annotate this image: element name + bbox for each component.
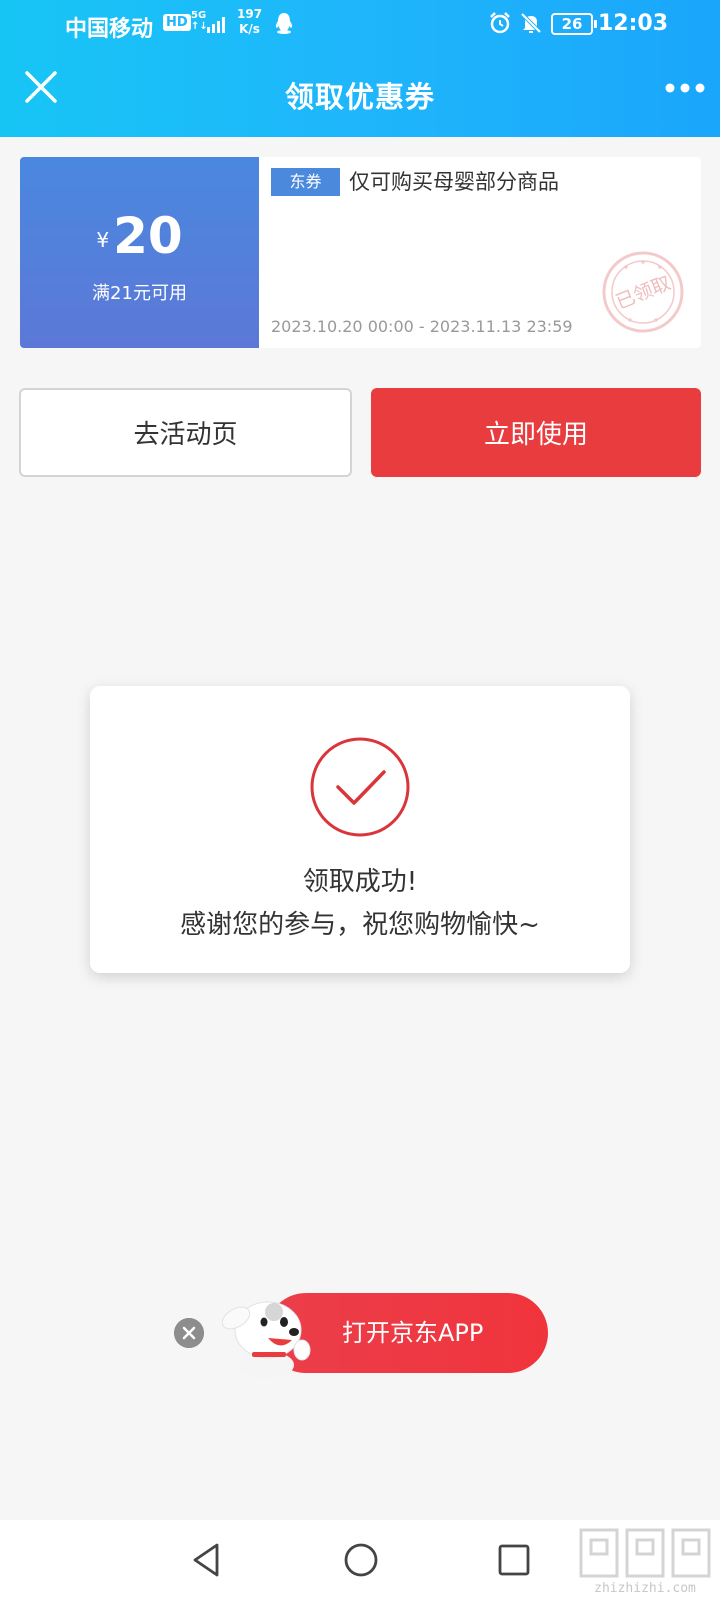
mute-icon bbox=[520, 12, 542, 34]
check-circle-icon bbox=[310, 737, 410, 837]
dialog-title: 领取成功! bbox=[302, 867, 418, 897]
alarm-icon bbox=[490, 12, 510, 34]
banner-close-icon[interactable] bbox=[174, 1318, 204, 1348]
status-bar: 中国移动 HD 5G ↑↓ 197 K/s 26 12:03 bbox=[0, 0, 720, 50]
home-icon[interactable] bbox=[343, 1542, 379, 1578]
battery-indicator: 26 bbox=[551, 13, 597, 35]
top-bar: 中国移动 HD 5G ↑↓ 197 K/s 26 12:03 领取优惠券 bbox=[0, 0, 720, 137]
coupon-condition: 满21元可用 bbox=[92, 283, 187, 304]
success-dialog: 领取成功! 感谢您的参与，祝您购物愉快~ bbox=[90, 686, 630, 973]
go-activity-button[interactable]: 去活动页 bbox=[19, 388, 352, 477]
more-icon[interactable] bbox=[665, 82, 705, 94]
coupon-amount: ¥20 bbox=[20, 207, 259, 265]
page-title: 领取优惠券 bbox=[284, 80, 435, 114]
coupon-value-panel: ¥20 满21元可用 bbox=[20, 157, 259, 348]
amount-value: 20 bbox=[113, 207, 183, 265]
signal-icon bbox=[207, 17, 225, 33]
back-icon[interactable] bbox=[189, 1541, 223, 1579]
recent-apps-icon[interactable] bbox=[497, 1543, 531, 1577]
open-app-label[interactable]: 打开京东APP bbox=[342, 1313, 483, 1348]
network-label: 5G bbox=[191, 10, 207, 21]
coupon-card[interactable]: ¥20 满21元可用 东券 仅可购买母婴部分商品 2023.10.20 00:0… bbox=[20, 157, 701, 348]
claimed-stamp-icon: 已领取 bbox=[602, 251, 684, 333]
hd-badge: HD bbox=[163, 14, 191, 31]
currency-symbol: ¥ bbox=[96, 228, 110, 252]
dialog-message: 感谢您的参与，祝您购物愉快~ bbox=[180, 910, 540, 940]
speed-value: 197 bbox=[237, 7, 263, 21]
coupon-validity: 2023.10.20 00:00 - 2023.11.13 23:59 bbox=[271, 317, 573, 336]
carrier-label: 中国移动 bbox=[65, 17, 154, 42]
title-bar: 领取优惠券 bbox=[0, 50, 720, 137]
stamp-text: 已领取 bbox=[613, 272, 674, 314]
network-type: 5G ↑↓ bbox=[191, 10, 208, 32]
coupon-type-tag: 东券 bbox=[271, 168, 340, 196]
speed-unit: K/s bbox=[239, 22, 260, 36]
watermark-text: zhizhizhi.com bbox=[594, 1581, 696, 1596]
coupon-description: 仅可购买母婴部分商品 bbox=[349, 170, 559, 194]
joy-dog-mascot-icon bbox=[221, 1301, 311, 1378]
network-speed: 197 K/s bbox=[237, 7, 262, 37]
qq-icon bbox=[275, 13, 293, 34]
use-now-button[interactable]: 立即使用 bbox=[371, 388, 701, 477]
clock: 12:03 bbox=[598, 11, 669, 36]
network-activity: ↑↓ bbox=[191, 21, 208, 32]
